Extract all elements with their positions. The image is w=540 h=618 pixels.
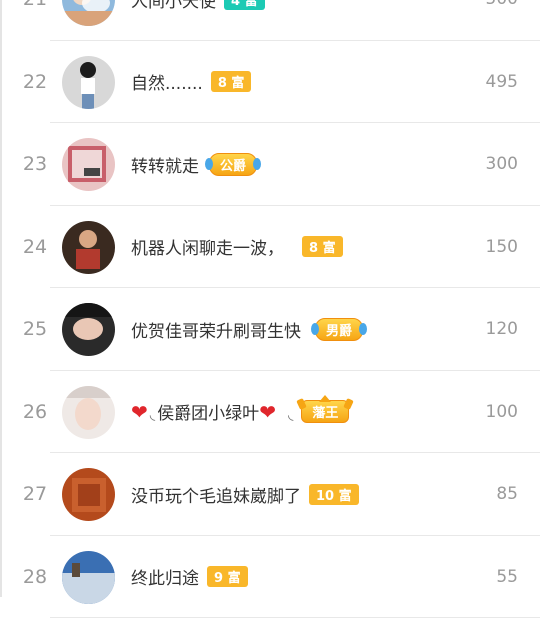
noble-badge-label: 男爵 (326, 320, 352, 339)
wing-icon (205, 158, 213, 170)
wealth-badge: 10 富 (309, 484, 359, 505)
noble-badge: 男爵 (315, 318, 363, 341)
user-name: 终此归途 (131, 564, 199, 589)
list-item[interactable]: 23 转转就走 公爵 300 (0, 123, 540, 206)
user-name: 机器人闲聊走一波， (131, 234, 284, 259)
noble-badge: 藩王 (301, 400, 349, 423)
avatar[interactable] (62, 138, 115, 191)
wealth-badge: 9 富 (207, 566, 248, 587)
noble-badge-label: 公爵 (220, 155, 246, 174)
score-value: 55 (496, 536, 518, 618)
avatar[interactable] (62, 386, 115, 439)
avatar[interactable] (62, 221, 115, 274)
rank-number: 25 (20, 288, 50, 371)
rank-number: 23 (20, 123, 50, 206)
user-name-text: 侯爵团小绿叶 (157, 399, 259, 424)
user-name: ❤ ◟ 侯爵团小绿叶 ❤ ◟ (131, 399, 295, 424)
list-item[interactable]: 21 人间小天使 4 富 500 (0, 0, 540, 41)
user-name: 没币玩个毛追妹崴脚了 (131, 482, 301, 507)
wing-icon (253, 158, 261, 170)
wing-icon (359, 323, 367, 335)
curl-icon: ◟ (288, 407, 293, 423)
crown-icon (319, 395, 331, 402)
avatar[interactable] (62, 56, 115, 109)
score-value: 495 (486, 41, 518, 124)
crown-horn-icon (297, 398, 308, 410)
wealth-badge: 8 富 (302, 236, 343, 257)
list-item[interactable]: 26 ❤ ◟ 侯爵团小绿叶 ❤ ◟ 藩王 100 (0, 371, 540, 454)
rank-number: 22 (20, 41, 50, 124)
rank-number: 26 (20, 371, 50, 454)
curl-icon: ◟ (150, 407, 155, 423)
crown-horn-icon (344, 398, 355, 410)
list-item[interactable]: 28 终此归途 9 富 55 (0, 536, 540, 618)
avatar[interactable] (62, 303, 115, 356)
wing-icon (311, 323, 319, 335)
wealth-badge: 8 富 (211, 71, 252, 92)
heart-icon: ❤ (131, 402, 148, 422)
user-name: 转转就走 (131, 152, 199, 177)
avatar[interactable] (62, 0, 115, 26)
ranking-list[interactable]: 21 人间小天使 4 富 500 22 自然....... (0, 0, 540, 618)
list-item[interactable]: 25 优贺佳哥荣升刷哥生快 男爵 120 (0, 288, 540, 371)
wealth-badge: 4 富 (224, 0, 265, 10)
score-value: 85 (496, 453, 518, 536)
rank-number: 21 (20, 0, 50, 41)
avatar[interactable] (62, 468, 115, 521)
rank-number: 28 (20, 536, 50, 618)
rank-number: 27 (20, 453, 50, 536)
list-item[interactable]: 27 没币玩个毛追妹崴脚了 10 富 85 (0, 453, 540, 536)
list-item[interactable]: 24 机器人闲聊走一波， 8 富 150 (0, 206, 540, 289)
user-name: 自然....... (131, 69, 203, 94)
list-item[interactable]: 22 自然....... 8 富 495 (0, 41, 540, 124)
score-value: 100 (486, 371, 518, 454)
score-value: 120 (486, 288, 518, 371)
score-value: 150 (486, 206, 518, 289)
rank-number: 24 (20, 206, 50, 289)
user-name: 优贺佳哥荣升刷哥生快 (131, 317, 301, 342)
noble-badge-label: 藩王 (312, 402, 338, 421)
score-value: 500 (486, 0, 518, 41)
avatar[interactable] (62, 551, 115, 604)
user-name: 人间小天使 (131, 0, 216, 12)
noble-badge: 公爵 (209, 153, 257, 176)
heart-icon: ❤ (259, 402, 276, 422)
score-value: 300 (486, 123, 518, 206)
